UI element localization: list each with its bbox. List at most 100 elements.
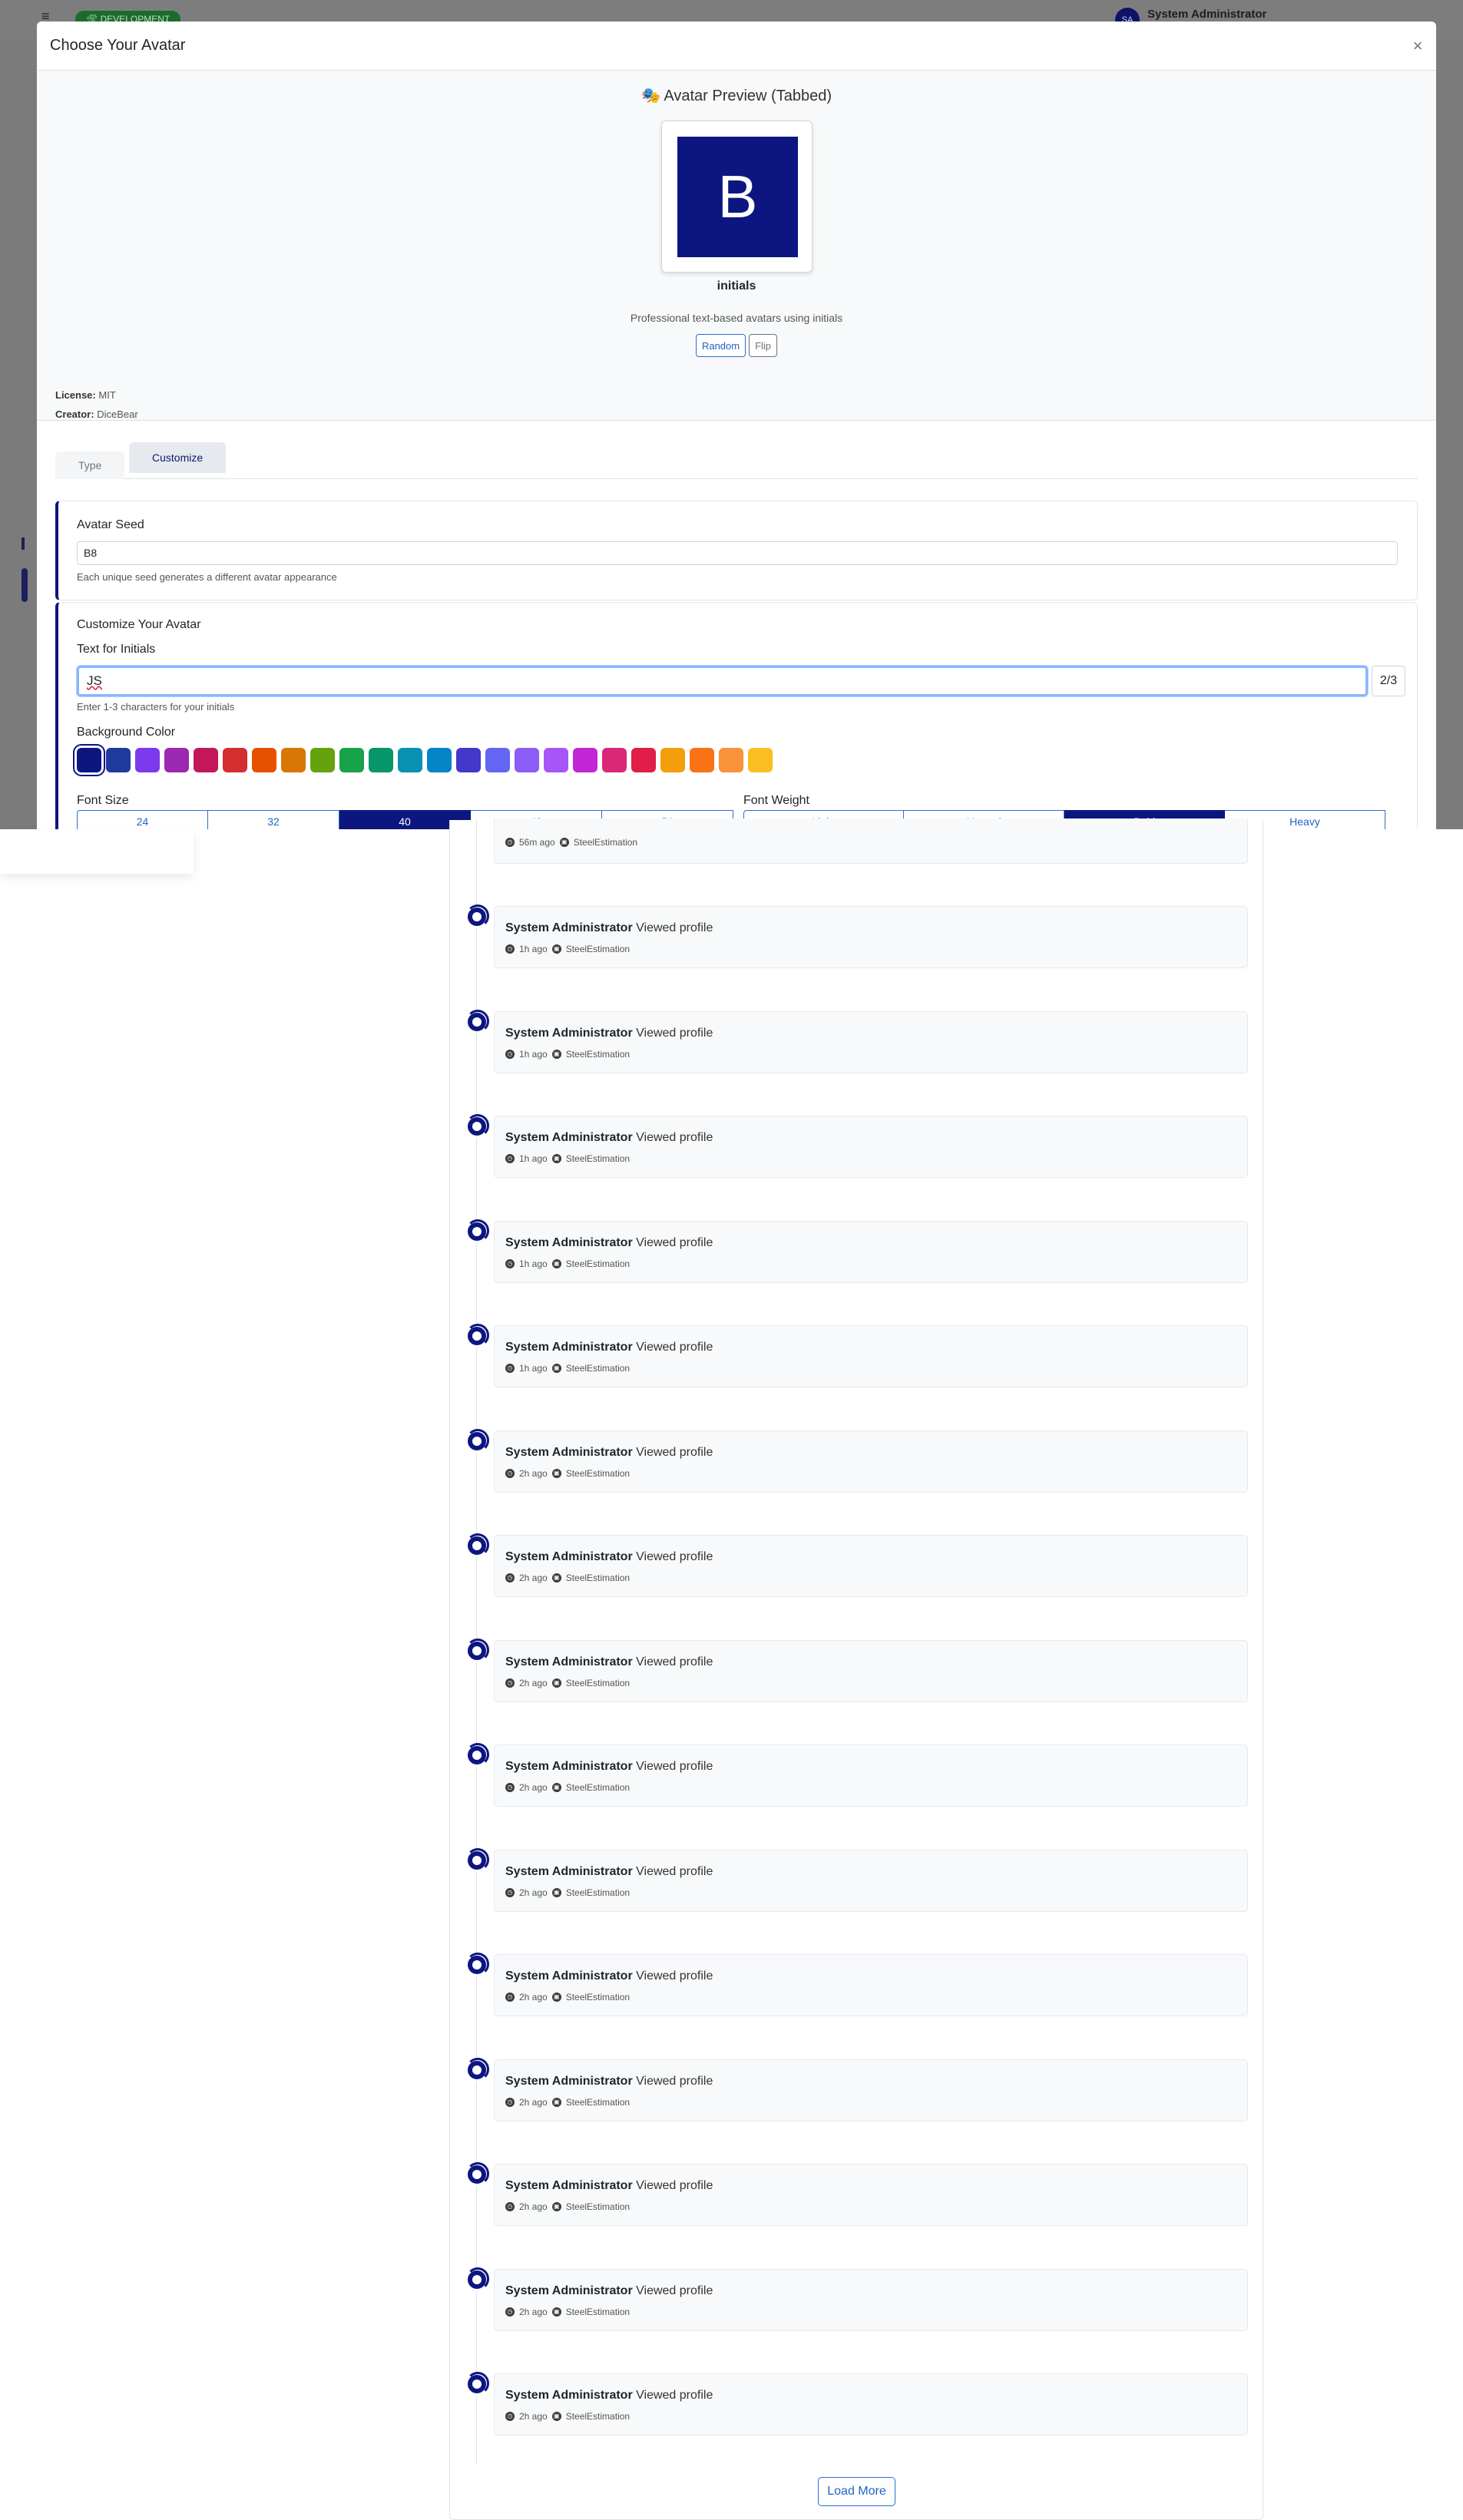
clock-icon: ◷ (505, 1364, 515, 1373)
activity-card[interactable]: System Administrator Viewed profile ◷ 1h a… (494, 1010, 1248, 1073)
marker-arc (466, 904, 489, 928)
color-swatch[interactable] (660, 748, 685, 772)
marker-arc (466, 1533, 489, 1556)
activity-meta: ◷ 2h ago ▣ SteelEstimation (505, 2201, 630, 2212)
activity-marker-icon (465, 904, 489, 928)
font-size-option[interactable]: 24 (77, 810, 208, 829)
color-swatch[interactable] (194, 748, 218, 772)
license-line: License: MIT (55, 389, 116, 401)
font-size-option[interactable]: 32 (208, 810, 339, 829)
tab-type[interactable]: Type (55, 451, 125, 479)
activity-card[interactable]: System Administrator Viewed profile ◷ 2h a… (494, 2373, 1248, 2436)
color-swatch[interactable] (369, 748, 393, 772)
color-swatch[interactable] (631, 748, 656, 772)
color-swatch[interactable] (339, 748, 364, 772)
cube-icon: ▣ (551, 1887, 561, 1897)
avatar-seed-section: Avatar Seed B8 Each unique seed generate… (55, 501, 1418, 600)
activity-marker-icon (465, 1743, 489, 1767)
cube-icon: ▣ (551, 1049, 561, 1059)
color-swatch[interactable] (164, 748, 189, 772)
color-swatch[interactable] (106, 748, 131, 772)
activity-marker-icon (465, 1219, 489, 1243)
activity-source: SteelEstimation (565, 1677, 631, 1688)
color-swatch[interactable] (456, 748, 481, 772)
tab-customize[interactable]: Customize (129, 442, 227, 473)
load-more-button[interactable]: Load More (818, 2477, 895, 2506)
activity-item: System Administrator Viewed profile ◷ 2h a… (450, 1743, 1264, 1809)
flip-button[interactable]: Flip (749, 334, 778, 357)
activity-action: Viewed profile (636, 1026, 713, 1040)
marker-arc (466, 2162, 489, 2185)
clock-icon: ◷ (505, 1783, 515, 1792)
activity-meta: ◷ 56m ago ▣ SteelEstimation (505, 837, 637, 848)
activity-source: SteelEstimation (565, 1258, 631, 1269)
activity-user: System Administrator (505, 2074, 633, 2088)
activity-card[interactable]: System Administrator Viewed profile ◷ 2h a… (494, 1954, 1248, 2016)
activity-user: System Administrator (505, 1341, 633, 1354)
color-swatch[interactable] (748, 748, 773, 772)
activity-card[interactable]: System Administrator Viewed profile ◷ 2h a… (494, 1639, 1248, 1702)
activity-card[interactable]: System Administrator Viewed profile ◷ 2h a… (494, 1744, 1248, 1807)
activity-meta: ◷ 2h ago ▣ SteelEstimation (505, 1887, 630, 1898)
modal-title: Choose Your Avatar (50, 37, 186, 54)
activity-card[interactable]: System Administrator Viewed profile ◷ 1h a… (494, 1220, 1248, 1283)
activity-item: System Administrator Viewed profile ◷ 2h a… (450, 1533, 1264, 1599)
cube-icon: ▣ (551, 1573, 561, 1582)
activity-card[interactable]: System Administrator Viewed profile ◷ 2h a… (494, 1849, 1248, 1912)
color-swatch[interactable] (544, 748, 568, 772)
color-swatch[interactable] (602, 748, 627, 772)
color-swatch[interactable] (310, 748, 335, 772)
clock-icon: ◷ (505, 1993, 515, 2002)
activity-card[interactable]: System Administrator Viewed profile ◷ 2h a… (494, 1430, 1248, 1493)
activity-item: System Administrator Viewed profile ◷ 1h a… (450, 1114, 1264, 1180)
activity-card[interactable]: System Administrator Viewed profile ◷ 2h a… (494, 2268, 1248, 2331)
user-name: System Administrator (1147, 8, 1267, 21)
random-button[interactable]: Random (695, 334, 746, 357)
color-swatch[interactable] (690, 748, 714, 772)
activity-marker-icon (465, 1638, 489, 1662)
clock-icon: ◷ (505, 1887, 515, 1897)
initials-help: Enter 1-3 characters for your initials (77, 701, 235, 713)
color-swatches (77, 748, 773, 772)
color-swatch[interactable] (135, 748, 160, 772)
activity-meta: ◷ 1h ago ▣ SteelEstimation (505, 1363, 630, 1374)
color-swatch[interactable] (398, 748, 422, 772)
activity-title: System Administrator Viewed profile (505, 1446, 713, 1460)
activity-title: System Administrator Viewed profile (505, 1865, 713, 1879)
color-swatch[interactable] (515, 748, 539, 772)
clock-icon: ◷ (505, 1468, 515, 1478)
activity-card[interactable]: System Administrator Viewed profile ◷ 2h a… (494, 2164, 1248, 2226)
initials-input[interactable]: JS (77, 666, 1368, 696)
activity-meta: ◷ 1h ago ▣ SteelEstimation (505, 1258, 630, 1269)
activity-meta: ◷ 1h ago ▣ SteelEstimation (505, 1049, 630, 1060)
activity-source: SteelEstimation (565, 1573, 631, 1583)
clock-icon: ◷ (505, 1154, 515, 1163)
creator-value: DiceBear (97, 408, 138, 420)
color-swatch[interactable] (252, 748, 276, 772)
color-swatch[interactable] (573, 748, 597, 772)
color-swatch[interactable] (223, 748, 247, 772)
activity-card[interactable]: System Administrator Viewed profile ◷ 2h a… (494, 2059, 1248, 2121)
activity-card[interactable]: System Administrator Viewed profile ◷ 1h a… (494, 906, 1248, 968)
activity-title: System Administrator Viewed profile (505, 2179, 713, 2193)
color-swatch[interactable] (427, 748, 452, 772)
cube-icon: ▣ (551, 1468, 561, 1478)
color-swatch[interactable] (719, 748, 743, 772)
activity-user: System Administrator (505, 1655, 633, 1668)
activity-item: System Administrator Viewed profile ◷ 2h a… (450, 2372, 1264, 2438)
color-swatch[interactable] (281, 748, 306, 772)
activity-marker-icon (465, 1114, 489, 1138)
activity-item: System Administrator Viewed profile ◷ 1h a… (450, 1324, 1264, 1390)
activity-meta: ◷ 2h ago ▣ SteelEstimation (505, 2097, 630, 2108)
activity-card[interactable]: System Administrator Viewed profile ◷ 1h a… (494, 1116, 1248, 1178)
color-swatch[interactable] (77, 748, 101, 772)
activity-meta: ◷ 1h ago ▣ SteelEstimation (505, 944, 630, 954)
activity-card[interactable]: System Administrator Viewed profile ◷ 2h a… (494, 1535, 1248, 1597)
activity-source: SteelEstimation (565, 2096, 631, 2108)
seed-input[interactable]: B8 (77, 541, 1398, 565)
activity-marker-icon (465, 2267, 489, 2291)
close-icon[interactable]: × (1407, 35, 1428, 57)
activity-card[interactable]: System Administrator Viewed profile ◷ 1h a… (494, 1325, 1248, 1387)
activity-time: 1h ago (519, 1363, 548, 1374)
color-swatch[interactable] (485, 748, 510, 772)
